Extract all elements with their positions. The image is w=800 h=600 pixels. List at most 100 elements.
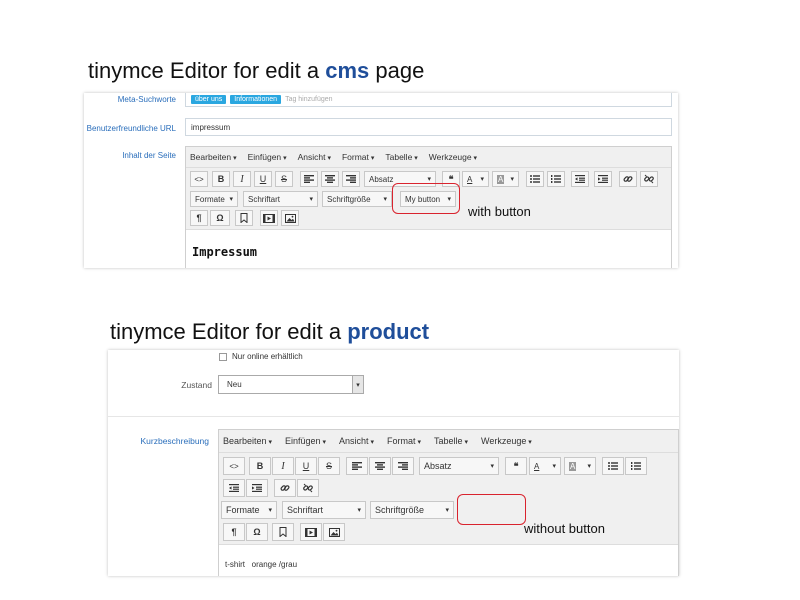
product-content-area[interactable]: t-shirt orange /grau — [219, 544, 678, 576]
outdent-icon — [575, 175, 585, 183]
chevron-down-icon: ▾ — [587, 463, 591, 470]
italic-button[interactable]: I — [233, 171, 251, 187]
font-size-dropdown[interactable]: Schriftgröße ▾ — [322, 191, 392, 207]
tag-add-placeholder[interactable]: Tag hinzufügen — [285, 96, 332, 103]
indent-icon — [252, 484, 262, 492]
background-color-icon: A — [497, 174, 505, 184]
formats-dropdown[interactable]: Formate ▾ — [221, 501, 277, 519]
chevron-down-icon: ▾ — [268, 507, 272, 514]
page-content-label: Inhalt der Seite — [122, 151, 176, 160]
unlink-button[interactable] — [297, 479, 319, 497]
media-icon — [263, 213, 275, 223]
show-blocks-button[interactable]: ¶ — [223, 523, 245, 541]
align-right-button[interactable] — [342, 171, 360, 187]
bold-button[interactable]: B — [249, 457, 271, 475]
insert-image-button[interactable] — [323, 523, 345, 541]
condition-label: Zustand — [181, 380, 212, 390]
align-left-icon — [352, 462, 362, 470]
strikethrough-button[interactable]: S — [275, 171, 293, 187]
show-blocks-button[interactable]: ¶ — [190, 210, 208, 226]
product-menubar: Bearbeiten Einfügen Ansicht Format Tabel… — [219, 430, 678, 453]
align-left-button[interactable] — [300, 171, 318, 187]
numbered-list-button[interactable] — [547, 171, 565, 187]
insert-media-button[interactable] — [300, 523, 322, 541]
menu-ansicht[interactable]: Ansicht — [339, 436, 374, 446]
menu-bearbeiten[interactable]: Bearbeiten — [223, 436, 272, 446]
underline-button[interactable]: U — [295, 457, 317, 475]
align-right-icon — [346, 175, 356, 183]
numbered-list-button[interactable] — [625, 457, 647, 475]
outdent-button[interactable] — [223, 479, 245, 497]
menu-format[interactable]: Format — [387, 436, 421, 446]
text-color-button[interactable]: A ▾ — [462, 171, 489, 187]
cms-menubar: Bearbeiten Einfügen Ansicht Format Tabel… — [186, 147, 671, 168]
tag-informationen[interactable]: Informationen — [230, 95, 282, 104]
chevron-down-icon: ▾ — [383, 196, 387, 203]
align-left-icon — [304, 175, 314, 183]
italic-button[interactable]: I — [272, 457, 294, 475]
insert-image-button[interactable] — [281, 210, 299, 226]
align-center-button[interactable] — [321, 171, 339, 187]
strikethrough-button[interactable]: S — [318, 457, 340, 475]
anchor-button[interactable] — [235, 210, 253, 226]
align-right-button[interactable] — [392, 457, 414, 475]
source-code-button[interactable]: <> — [190, 171, 208, 187]
menu-einfuegen[interactable]: Einfügen — [285, 436, 326, 446]
insert-link-button[interactable] — [619, 171, 637, 187]
insert-media-button[interactable] — [260, 210, 278, 226]
link-icon — [280, 485, 290, 491]
chevron-down-icon: ▾ — [552, 463, 556, 470]
align-left-button[interactable] — [346, 457, 368, 475]
block-format-select[interactable]: Absatz ▾ — [419, 457, 499, 475]
content-text: t-shirt orange /grau — [225, 560, 298, 569]
special-character-button[interactable]: Ω — [210, 210, 230, 226]
unlink-button[interactable] — [640, 171, 658, 187]
align-center-button[interactable] — [369, 457, 391, 475]
formats-dropdown[interactable]: Formate ▾ — [190, 191, 238, 207]
font-size-dropdown[interactable]: Schriftgröße ▾ — [370, 501, 454, 519]
chevron-down-icon: ▾ — [480, 176, 484, 183]
cms-content-area[interactable]: Impressum — [186, 229, 671, 268]
numbered-list-icon — [631, 462, 641, 470]
background-color-button[interactable]: A ▾ — [492, 171, 519, 187]
chevron-down-icon: ▾ — [490, 463, 494, 470]
indent-button[interactable] — [246, 479, 268, 497]
menu-bearbeiten[interactable]: Bearbeiten — [190, 152, 237, 162]
missing-button-highlight — [457, 494, 526, 525]
special-character-button[interactable]: Ω — [246, 523, 268, 541]
unlink-icon — [303, 483, 313, 493]
menu-werkzeuge[interactable]: Werkzeuge — [481, 436, 532, 446]
blockquote-button[interactable]: ❝ — [505, 457, 527, 475]
link-icon — [623, 176, 633, 182]
menu-einfuegen[interactable]: Einfügen — [248, 152, 287, 162]
text-color-icon: A — [534, 461, 540, 471]
menu-tabelle[interactable]: Tabelle — [385, 152, 417, 162]
friendly-url-input[interactable]: impressum — [185, 118, 672, 136]
section-divider — [108, 416, 679, 417]
source-code-button[interactable]: <> — [223, 457, 245, 475]
online-only-checkbox[interactable] — [219, 353, 227, 361]
menu-tabelle[interactable]: Tabelle — [434, 436, 468, 446]
insert-link-button[interactable] — [274, 479, 296, 497]
tag-about-us[interactable]: über uns — [191, 95, 227, 104]
bullet-list-button[interactable] — [526, 171, 544, 187]
cms-editor-panel: Meta-Suchworte über uns Informationen Ta… — [84, 93, 678, 268]
indent-button[interactable] — [594, 171, 612, 187]
font-family-dropdown[interactable]: Schriftart ▾ — [282, 501, 366, 519]
menu-werkzeuge[interactable]: Werkzeuge — [429, 152, 477, 162]
menu-format[interactable]: Format — [342, 152, 374, 162]
condition-select[interactable]: Neu ▾ — [218, 375, 364, 394]
meta-keywords-field[interactable]: über uns Informationen Tag hinzufügen — [185, 93, 672, 107]
background-color-button[interactable]: A ▾ — [564, 457, 596, 475]
bullet-list-button[interactable] — [602, 457, 624, 475]
menu-ansicht[interactable]: Ansicht — [298, 152, 331, 162]
underline-button[interactable]: U — [254, 171, 272, 187]
image-icon — [328, 527, 340, 537]
font-family-label: Schriftart — [287, 505, 324, 515]
formats-label: Formate — [226, 505, 260, 515]
anchor-button[interactable] — [272, 523, 294, 541]
bold-button[interactable]: B — [212, 171, 230, 187]
outdent-button[interactable] — [571, 171, 589, 187]
text-color-button[interactable]: A ▾ — [529, 457, 561, 475]
font-family-dropdown[interactable]: Schriftart ▾ — [243, 191, 318, 207]
